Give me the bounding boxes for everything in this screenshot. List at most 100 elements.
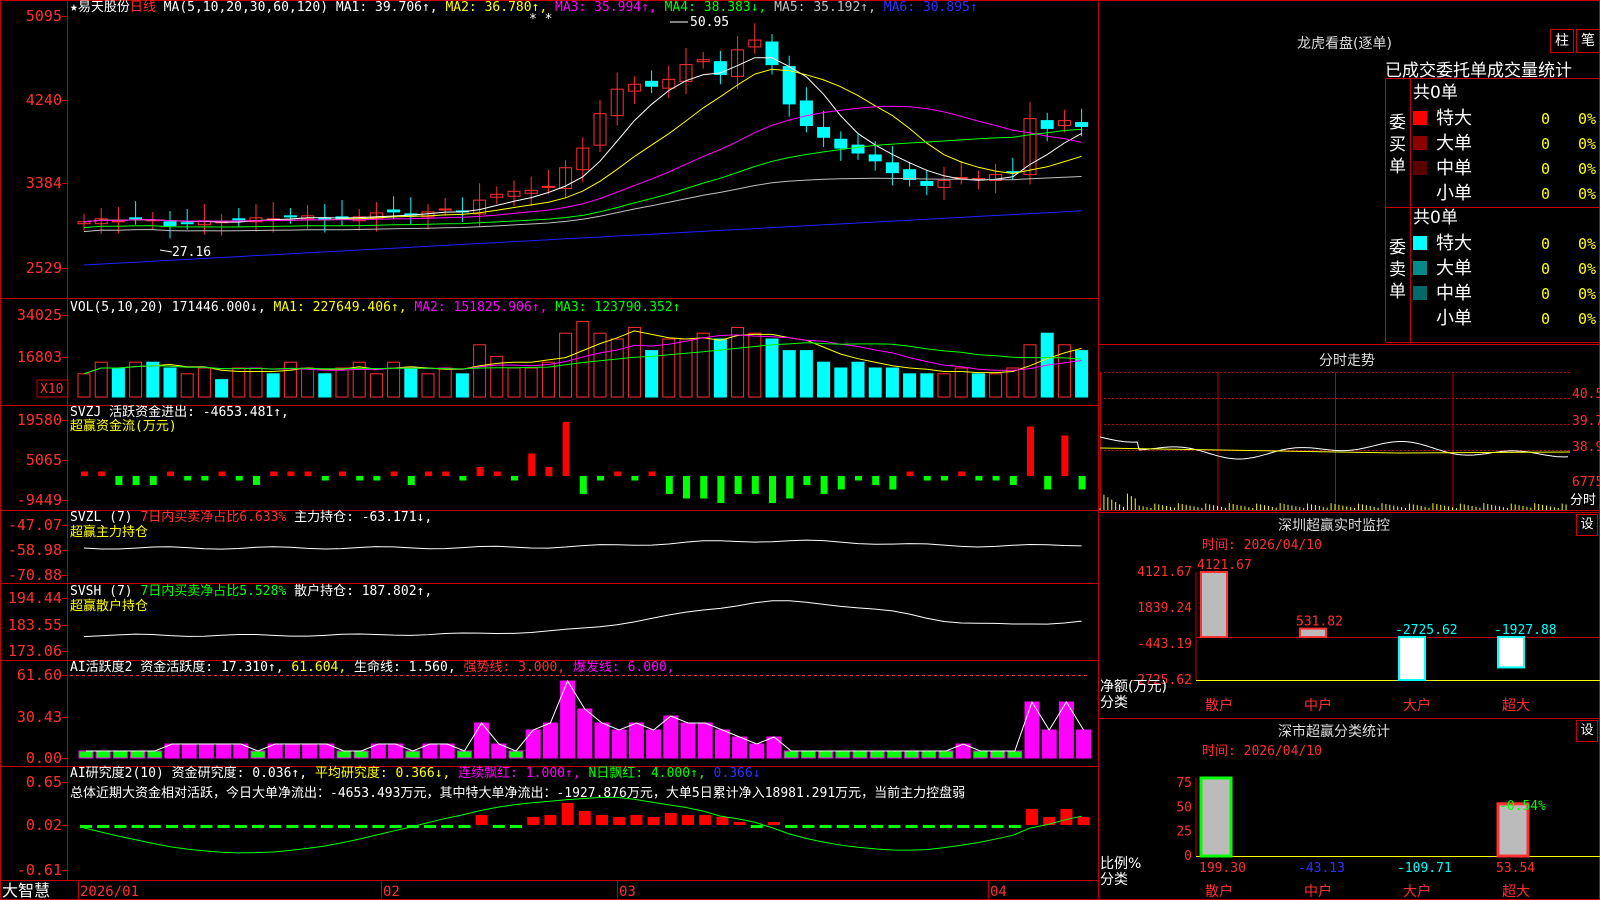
classify-ytick: 50: [1176, 800, 1192, 815]
candles: [77, 23, 1089, 239]
volume-bar: [301, 367, 315, 398]
volume-bar: [645, 350, 659, 398]
vol-seg-0: VOL(5,10,20): [70, 300, 164, 315]
volume-bar: [77, 373, 91, 398]
dragon.sell-row-count: 0: [1541, 310, 1550, 328]
stock-terminal: 5095 4240 3384 2529 34025 16803 19580 5065 -9449…: [0, 0, 1600, 900]
svzj-bar: [167, 471, 174, 476]
ai-bar: [78, 750, 94, 759]
classify-bar-label: 53.54: [1496, 861, 1535, 876]
volume-bar: [197, 367, 211, 398]
xaxis-label: 02: [383, 884, 400, 900]
candle-body: [438, 208, 452, 211]
svzj-bar: [803, 476, 811, 485]
monitor-settings-button[interactable]: 设: [1576, 514, 1598, 536]
candle-body: [851, 144, 865, 154]
ai-bar: [886, 750, 902, 759]
research-bar: [630, 815, 643, 825]
svzj-bar: [476, 467, 484, 476]
research-bar: [492, 825, 505, 828]
dragon.sell-row-count: 0: [1541, 285, 1550, 303]
dragon.buy-swatch: [1413, 111, 1427, 125]
ma-seg-3: MA3: 35.994↑,: [547, 0, 657, 15]
dragon.buy-label-char: 买: [1389, 135, 1406, 155]
svzl-ytick: -58.98: [8, 541, 62, 559]
classify-title: 深市超赢分类统计: [1278, 724, 1390, 740]
research-bar: [596, 815, 608, 825]
dragon.sell-label-char: 委: [1389, 238, 1406, 258]
volume-bar: [834, 367, 848, 398]
svzj-bar: [683, 476, 690, 499]
tick-view-button[interactable]: 笔: [1576, 29, 1600, 53]
dragon.sell-row-pct: 0%: [1578, 310, 1596, 328]
monitor-cat-label: 散户: [1205, 697, 1233, 714]
brand-label: 大智慧: [2, 881, 50, 900]
volume-bar: [318, 373, 332, 398]
ma-seg-4: MA4: 38.383↓,: [656, 0, 767, 15]
research-bar: [664, 813, 677, 825]
candle-body: [232, 218, 246, 221]
svzj-bar: [235, 476, 243, 481]
dragon.buy-row-count: 0: [1541, 110, 1550, 128]
svzj-bar: [218, 471, 226, 476]
ai1-seg-4: 强势线: 3.000,: [455, 660, 566, 675]
column-view-button[interactable]: 柱: [1550, 29, 1574, 53]
svzj-bar: [270, 471, 278, 476]
ai-bar: [1007, 750, 1023, 759]
svzj-bar: [1044, 476, 1052, 490]
svzj-bar: [820, 476, 828, 494]
frame: [0, 0, 1600, 900]
classify-cat-label: 超大: [1502, 884, 1530, 900]
research-bar: [527, 817, 540, 825]
ai-bar: [938, 750, 954, 759]
volume-bar: [266, 373, 280, 398]
classify-settings-button[interactable]: 设: [1576, 720, 1598, 742]
period-label[interactable]: 日线: [130, 0, 156, 15]
research-bar: [974, 825, 987, 828]
ai-bar: [611, 729, 627, 759]
svzj-bar: [528, 453, 536, 476]
dragon.buy-row-name: 特大: [1436, 108, 1472, 129]
svzl-ytick: -70.88: [8, 566, 62, 584]
research-bar: [80, 825, 92, 828]
svzl-header: SVZL (7) 7日内买卖净占比6.633% 主力持仓: -63.171↓,: [70, 511, 432, 525]
kline-workspace[interactable]: 5095 4240 3384 2529 34025 16803 19580 5065 -9449…: [0, 0, 1600, 900]
stock-title[interactable]: ★易天股份: [70, 0, 130, 15]
research-bar: [217, 825, 230, 828]
svzl-seg-1: 7日内买卖净占比6.633%: [132, 510, 287, 525]
ai-bar: [628, 722, 644, 759]
ai-bar: [284, 743, 300, 759]
monitor-bar: [1299, 627, 1327, 639]
ai-bar: [594, 722, 610, 759]
volume-bar: [920, 373, 934, 398]
dragon.sell-row-name: 特大: [1436, 233, 1472, 254]
ai-bar: [525, 729, 541, 759]
classify-bar: [1199, 776, 1233, 858]
main-ytick: 2529: [26, 259, 62, 277]
ma-seg-5: MA5: 35.192↑,: [766, 0, 876, 15]
monitor-bar: [1200, 571, 1228, 639]
volume-bar: [765, 338, 779, 398]
svzj-bar: [407, 476, 415, 485]
dragon.buy-swatch: [1413, 161, 1427, 175]
classify-bar-label: 199.30: [1199, 861, 1246, 876]
volume-bar: [817, 361, 831, 398]
vol-seg-1: 171446.000↓,: [163, 300, 266, 315]
monitor-bar: [1398, 636, 1426, 681]
monitor-bar: [1497, 636, 1525, 669]
classify-cat-label: 大户: [1403, 883, 1431, 900]
svzj-bar: [975, 476, 983, 481]
dragon.buy-row-name: 大单: [1436, 133, 1472, 154]
volume-bar: [438, 367, 452, 398]
research-bar: [355, 825, 368, 828]
ai-bar: [852, 750, 868, 759]
xaxis-label: 04: [990, 884, 1007, 900]
svzj-bar: [493, 471, 501, 476]
candle-body: [1075, 122, 1089, 127]
volume-bar: [748, 332, 762, 398]
dragon.buy-row-count: 0: [1541, 135, 1550, 153]
volume-bar: [954, 367, 968, 398]
volume-bar: [507, 367, 521, 398]
ai1-header: AI活跃度2 资金活跃度: 17.310↑, 61.604, 生命线: 1.56…: [70, 661, 675, 675]
ai2-summary: 总体近期大资金相对活跃，今日大单净流出：-4653.493万元，其中特大单净流出…: [70, 786, 966, 801]
